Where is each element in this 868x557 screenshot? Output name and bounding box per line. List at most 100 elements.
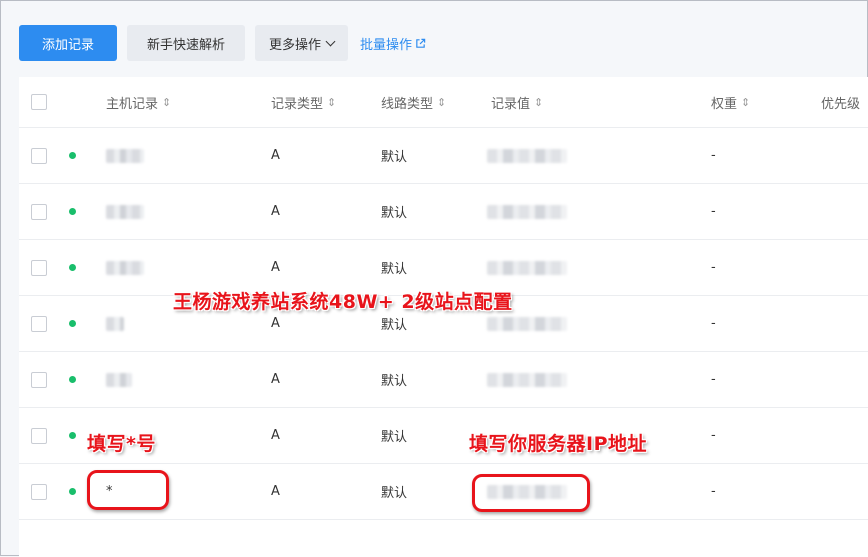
window-frame: 添加记录 新手快速解析 更多操作 批量操作 主机记录 ⇕ 记录类型 ⇕ 线路类型…	[0, 0, 868, 557]
row-checkbox[interactable]	[31, 147, 47, 164]
row-select-cell	[31, 128, 47, 183]
highlight-host-circle	[87, 470, 169, 510]
row-checkbox[interactable]	[31, 483, 47, 500]
table-row: A 默认 -	[19, 352, 868, 408]
type-cell: A	[271, 484, 280, 499]
status-cell	[69, 296, 76, 351]
host-cell	[106, 296, 124, 351]
host-redacted	[106, 372, 132, 387]
sort-icon: ⇕	[162, 95, 172, 109]
type-cell: A	[271, 148, 280, 163]
quick-parse-button[interactable]: 新手快速解析	[127, 25, 246, 61]
col-value[interactable]: 记录值 ⇕	[491, 77, 543, 127]
row-select-cell	[31, 464, 47, 519]
status-dot	[69, 152, 76, 159]
status-dot	[69, 320, 76, 327]
status-dot	[69, 264, 76, 271]
weight-cell: -	[711, 316, 716, 331]
type-cell: A	[271, 204, 280, 219]
more-ops-label: 更多操作	[269, 37, 322, 53]
status-cell	[69, 464, 76, 519]
table-row: A 默认 -	[19, 128, 868, 184]
status-cell	[69, 240, 76, 295]
line-cell: 默认	[381, 486, 408, 501]
row-checkbox[interactable]	[31, 259, 47, 276]
line-cell: 默认	[381, 374, 408, 389]
toolbar: 添加记录 新手快速解析 更多操作 批量操作	[19, 25, 426, 61]
status-dot	[69, 488, 76, 495]
host-redacted	[106, 316, 124, 331]
status-cell	[69, 184, 76, 239]
col-host[interactable]: 主机记录 ⇕	[106, 77, 171, 127]
row-checkbox[interactable]	[31, 371, 47, 388]
host-redacted	[106, 148, 144, 163]
row-select-cell	[31, 240, 47, 295]
chevron-down-icon	[325, 36, 336, 46]
host-cell	[106, 128, 144, 183]
weight-cell: -	[711, 484, 716, 499]
batch-ops-link[interactable]: 批量操作	[358, 34, 426, 53]
row-select-cell	[31, 352, 47, 407]
highlight-ip-circle	[472, 474, 590, 512]
status-cell	[69, 408, 76, 463]
col-value-label: 记录值	[491, 96, 531, 112]
status-cell	[69, 352, 76, 407]
select-all-cell	[31, 77, 47, 127]
col-line[interactable]: 线路类型 ⇕	[381, 77, 446, 127]
row-select-cell	[31, 184, 47, 239]
annotation-host-hint: 填写*号	[87, 433, 156, 455]
batch-ops-label: 批量操作	[360, 37, 413, 53]
line-cell: 默认	[381, 206, 408, 221]
row-select-cell	[31, 296, 47, 351]
weight-cell: -	[711, 204, 716, 219]
host-cell	[106, 184, 144, 239]
line-cell: 默认	[381, 430, 408, 445]
value-redacted	[487, 148, 567, 163]
external-link-icon	[416, 38, 426, 48]
weight-cell: -	[711, 260, 716, 275]
line-cell: 默认	[381, 150, 408, 165]
row-checkbox[interactable]	[31, 427, 47, 444]
col-weight[interactable]: 权重 ⇕	[711, 77, 750, 127]
col-weight-label: 权重	[711, 96, 738, 112]
value-cell	[487, 128, 567, 183]
col-type-label: 记录类型	[271, 96, 324, 112]
status-cell	[69, 128, 76, 183]
table-header: 主机记录 ⇕ 记录类型 ⇕ 线路类型 ⇕ 记录值 ⇕ 权重 ⇕ 优先级	[19, 77, 868, 128]
col-priority-label: 优先级	[821, 96, 861, 112]
host-cell	[106, 240, 144, 295]
col-line-label: 线路类型	[381, 96, 434, 112]
col-host-label: 主机记录	[106, 96, 159, 112]
sort-icon: ⇕	[327, 95, 337, 109]
sort-icon: ⇕	[741, 95, 751, 109]
weight-cell: -	[711, 148, 716, 163]
select-all-checkbox[interactable]	[31, 94, 47, 110]
row-select-cell	[31, 408, 47, 463]
weight-cell: -	[711, 372, 716, 387]
value-redacted	[487, 372, 567, 387]
value-cell	[487, 352, 567, 407]
sort-icon: ⇕	[437, 95, 447, 109]
annotation-title: 王杨游戏养站系统48W+ 2级站点配置	[173, 291, 513, 313]
col-priority[interactable]: 优先级	[821, 77, 860, 127]
table-row: A 默认 -	[19, 184, 868, 240]
status-dot	[69, 376, 76, 383]
value-redacted	[487, 204, 567, 219]
type-cell: A	[271, 372, 280, 387]
status-dot	[69, 432, 76, 439]
sort-icon: ⇕	[534, 95, 544, 109]
host-redacted	[106, 204, 144, 219]
weight-cell: -	[711, 428, 716, 443]
status-dot	[69, 208, 76, 215]
value-redacted	[487, 260, 567, 275]
add-record-button[interactable]: 添加记录	[19, 25, 117, 61]
type-cell: A	[271, 428, 280, 443]
host-redacted	[106, 260, 144, 275]
value-cell	[487, 184, 567, 239]
row-checkbox[interactable]	[31, 203, 47, 220]
annotation-ip-hint: 填写你服务器IP地址	[469, 433, 647, 455]
value-redacted	[487, 316, 567, 331]
row-checkbox[interactable]	[31, 315, 47, 332]
col-type[interactable]: 记录类型 ⇕	[271, 77, 336, 127]
more-ops-dropdown[interactable]: 更多操作	[255, 25, 349, 61]
